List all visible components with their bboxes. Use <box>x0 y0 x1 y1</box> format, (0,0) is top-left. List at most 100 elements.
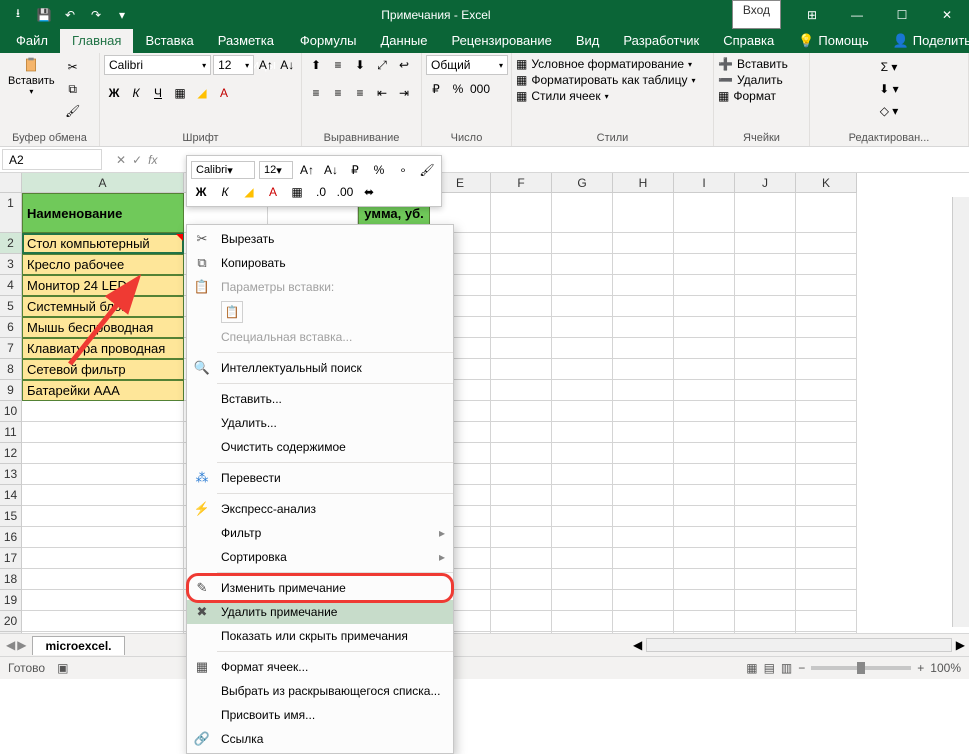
cell[interactable] <box>491 569 552 590</box>
cell[interactable] <box>674 611 735 632</box>
mini-percent-icon[interactable]: % <box>369 160 389 180</box>
horizontal-scrollbar[interactable]: ◀▶ <box>629 637 969 653</box>
cell[interactable]: Батарейки ААА <box>22 380 184 401</box>
ctx-delete[interactable]: Удалить... <box>187 411 453 435</box>
cell[interactable] <box>491 506 552 527</box>
cell[interactable] <box>674 401 735 422</box>
cell[interactable] <box>491 611 552 632</box>
mini-decrease-icon[interactable]: A↓ <box>321 160 341 180</box>
cancel-fx-icon[interactable]: ✕ <box>116 153 126 167</box>
bold-icon[interactable]: Ж <box>104 83 124 103</box>
cell[interactable] <box>491 443 552 464</box>
increase-font-icon[interactable]: A↑ <box>256 55 275 75</box>
ctx-translate[interactable]: ⁂Перевести <box>187 466 453 490</box>
login-button[interactable]: Вход <box>732 0 781 29</box>
fill-color-icon[interactable]: ◢ <box>192 83 212 103</box>
cell[interactable] <box>22 401 184 422</box>
cell[interactable] <box>552 422 613 443</box>
ctx-edit-comment[interactable]: ✎Изменить примечание <box>187 576 453 600</box>
cell[interactable] <box>735 443 796 464</box>
copy-icon[interactable]: ⧉ <box>63 79 83 99</box>
row-header[interactable]: 13 <box>0 464 22 485</box>
decrease-font-icon[interactable]: A↓ <box>278 55 297 75</box>
row-header[interactable]: 19 <box>0 590 22 611</box>
col-header-J[interactable]: J <box>735 173 796 193</box>
row-header[interactable]: 21 <box>0 632 22 633</box>
view-break-icon[interactable]: ▥ <box>781 661 792 675</box>
cell[interactable] <box>22 569 184 590</box>
ctx-sort[interactable]: Сортировка▸ <box>187 545 453 569</box>
tab-help[interactable]: Справка <box>711 29 786 53</box>
name-box[interactable] <box>2 149 102 170</box>
align-middle-icon[interactable]: ≡ <box>328 55 348 75</box>
cell[interactable] <box>22 422 184 443</box>
row-header[interactable]: 2 <box>0 233 22 254</box>
cell[interactable] <box>674 485 735 506</box>
mini-inc-decimal-icon[interactable]: .00 <box>335 182 355 202</box>
cell[interactable] <box>674 548 735 569</box>
row-header[interactable]: 4 <box>0 275 22 296</box>
mini-painter-icon[interactable]: 🖌 <box>417 160 437 180</box>
tab-layout[interactable]: Разметка страницы <box>206 29 288 53</box>
cell[interactable] <box>735 485 796 506</box>
cell[interactable] <box>22 464 184 485</box>
indent-dec-icon[interactable]: ⇤ <box>372 83 392 103</box>
tab-home[interactable]: Главная <box>60 29 133 53</box>
view-normal-icon[interactable]: ▦ <box>746 661 757 675</box>
mini-italic-icon[interactable]: К <box>215 182 235 202</box>
cell[interactable] <box>552 632 613 633</box>
font-color-icon[interactable]: A <box>214 83 234 103</box>
cell[interactable] <box>491 527 552 548</box>
align-left-icon[interactable]: ≡ <box>306 83 326 103</box>
col-header-I[interactable]: I <box>674 173 735 193</box>
cell[interactable] <box>674 443 735 464</box>
row-header[interactable]: 12 <box>0 443 22 464</box>
row-header[interactable]: 3 <box>0 254 22 275</box>
row-header[interactable]: 20 <box>0 611 22 632</box>
tab-formulas[interactable]: Формулы <box>288 29 369 53</box>
row-header[interactable]: 15 <box>0 506 22 527</box>
cut-icon[interactable]: ✂ <box>63 57 83 77</box>
mini-fill-icon[interactable]: ◢ <box>239 182 259 202</box>
row-header[interactable]: 17 <box>0 548 22 569</box>
row-header[interactable]: 11 <box>0 422 22 443</box>
view-layout-icon[interactable]: ▤ <box>764 661 775 675</box>
cell[interactable] <box>796 527 857 548</box>
align-center-icon[interactable]: ≡ <box>328 83 348 103</box>
mini-thousands-icon[interactable]: ∘ <box>393 160 413 180</box>
cell[interactable] <box>552 548 613 569</box>
row-header[interactable]: 10 <box>0 401 22 422</box>
share-button[interactable]: 👤Поделиться <box>881 29 969 53</box>
cell[interactable] <box>22 506 184 527</box>
tab-view[interactable]: Вид <box>564 29 612 53</box>
row-header[interactable]: 5 <box>0 296 22 317</box>
maximize-icon[interactable]: ☐ <box>880 0 924 29</box>
minimize-icon[interactable]: — <box>835 0 879 29</box>
mini-increase-icon[interactable]: A↑ <box>297 160 317 180</box>
align-bottom-icon[interactable]: ⬇ <box>350 55 370 75</box>
autosave-icon[interactable]: ⭳ <box>6 3 30 27</box>
cell[interactable] <box>491 464 552 485</box>
cell[interactable] <box>796 401 857 422</box>
zoom-slider[interactable] <box>811 666 911 670</box>
row-header[interactable]: 7 <box>0 338 22 359</box>
col-header-A[interactable]: A <box>22 173 184 193</box>
clear-icon[interactable]: ◇ ▾ <box>814 101 964 121</box>
cell[interactable] <box>552 506 613 527</box>
underline-icon[interactable]: Ч <box>148 83 168 103</box>
ctx-define-name[interactable]: Присвоить имя... <box>187 703 453 727</box>
cell[interactable] <box>613 506 674 527</box>
cell[interactable] <box>735 590 796 611</box>
cell[interactable] <box>22 485 184 506</box>
fx-icon[interactable]: fx <box>148 153 157 167</box>
row-header[interactable]: 14 <box>0 485 22 506</box>
cell[interactable] <box>491 485 552 506</box>
cell[interactable] <box>491 590 552 611</box>
font-name-dropdown[interactable]: Calibri▾ <box>104 55 211 75</box>
col-header-K[interactable]: K <box>796 173 857 193</box>
vertical-scrollbar[interactable] <box>952 197 969 627</box>
cell[interactable]: Мышь беспроводная <box>22 317 184 338</box>
tab-data[interactable]: Данные <box>369 29 440 53</box>
cell[interactable] <box>552 401 613 422</box>
cell[interactable] <box>552 485 613 506</box>
